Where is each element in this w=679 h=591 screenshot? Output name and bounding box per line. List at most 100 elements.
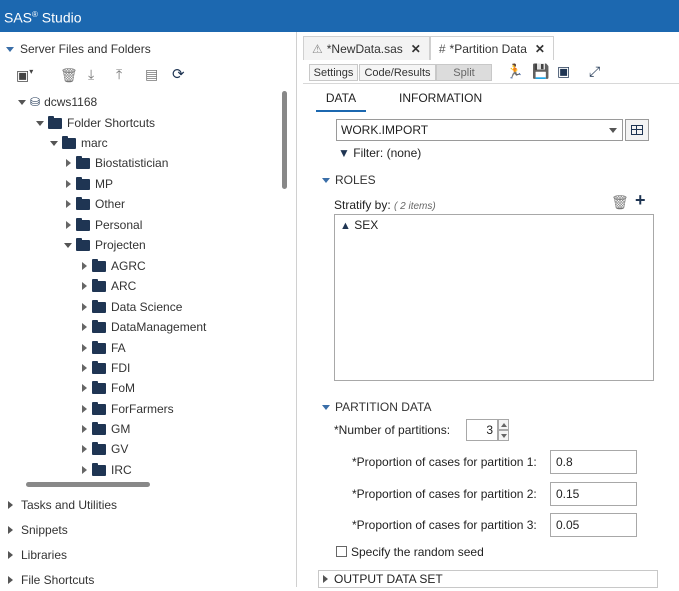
folder-icon [92,421,106,435]
tab-newdata-sas[interactable]: ⚠ *NewData.sas ✕ [303,36,430,60]
add-icon[interactable]: + [635,190,646,211]
tree-item-folder[interactable]: Other [66,194,125,214]
folder-icon [76,155,90,169]
folder-icon [92,319,106,333]
tree-item-folder[interactable]: GV [82,439,128,459]
list-item[interactable]: ▲ SEX [340,218,378,232]
folder-icon [92,380,106,394]
section-server-files[interactable]: Server Files and Folders [0,38,151,60]
folder-icon [92,462,106,476]
close-icon[interactable]: ✕ [535,37,545,61]
filter-link[interactable]: ▼ Filter: (none) [338,146,421,160]
section-snippets[interactable]: Snippets [0,519,68,541]
proportion-1-field[interactable]: 0.8 [550,450,637,474]
dataset-select[interactable]: WORK.IMPORT [336,119,623,141]
tree-item-folder-shortcuts[interactable]: Folder Shortcuts [36,113,155,133]
split-button[interactable]: Split [436,64,492,81]
app-titlebar: SAS® Studio [0,0,679,32]
increment-icon[interactable] [498,419,509,430]
delete-icon[interactable]: 🗑 [60,67,78,84]
folder-icon [76,196,90,210]
tree-item-server[interactable]: ⛁ dcws1168 [18,92,97,112]
folder-icon [92,299,106,313]
tree-item-folder[interactable]: MP [66,174,113,194]
partition-section-header[interactable]: PARTITION DATA [322,400,431,414]
section-libraries[interactable]: Libraries [0,544,67,566]
tree-item-folder[interactable]: FDI [82,358,130,378]
run-icon[interactable]: 🏃 [506,63,523,80]
folder-icon [92,340,106,354]
proportion-2-field[interactable]: 0.15 [550,482,637,506]
tree-item-marc[interactable]: marc [50,133,108,153]
download-icon[interactable]: ⤓ [88,66,94,83]
chevron-right-icon [8,501,13,509]
roles-section-header[interactable]: ROLES [322,173,376,187]
tree-item-folder[interactable]: Biostatistician [66,153,168,173]
random-seed-label: Specify the random seed [351,545,484,559]
stratify-label: Stratify by: ( 2 items) [334,198,436,212]
tree-vertical-scrollbar[interactable] [282,91,287,189]
shortcut-folder-icon [62,135,76,149]
save-as-icon[interactable]: ▣ [557,63,570,80]
code-results-button[interactable]: Code/Results [359,64,436,81]
folder-icon [92,441,106,455]
properties-icon[interactable]: ▤ [145,66,158,83]
proportion-1-label: *Proportion of cases for partition 1: [352,455,537,469]
maximize-icon[interactable]: ⤢ [589,63,600,80]
tree-item-folder[interactable]: Data Science [82,297,182,317]
refresh-icon[interactable]: ⟳ [172,65,185,83]
settings-button[interactable]: Settings [309,64,358,81]
chevron-right-icon [8,526,13,534]
proportion-3-field[interactable]: 0.05 [550,513,637,537]
task-toolbar: Settings Code/Results Split 🏃 💾 ▣ ⤢ [303,61,679,84]
proportion-3-label: *Proportion of cases for partition 3: [352,518,537,532]
tree-item-folder[interactable]: AGRC [82,256,146,276]
section-tasks-utilities[interactable]: Tasks and Utilities [0,494,117,516]
editor-tabs: ⚠ *NewData.sas ✕ # *Partition Data ✕ [303,36,554,60]
tree-item-folder[interactable]: FoM [82,378,135,398]
chevron-down-icon [6,46,14,52]
tree-item-folder[interactable]: ARC [82,276,136,296]
section-file-shortcuts[interactable]: File Shortcuts [0,569,94,591]
number-of-partitions-label: *Number of partitions: [334,423,451,437]
folder-icon [92,360,106,374]
output-section-header[interactable]: OUTPUT DATA SET [323,572,443,586]
random-seed-checkbox[interactable] [336,546,347,557]
folder-icon [76,176,90,190]
trash-icon[interactable]: 🗑 [611,194,629,211]
chevron-down-icon [609,128,617,133]
tree-item-folder[interactable]: GM [82,419,130,439]
upload-icon[interactable]: ⤒ [116,66,122,83]
decrement-icon[interactable] [498,430,509,441]
chevron-right-icon [323,575,328,583]
tree-item-folder[interactable]: IRC [82,460,132,480]
tree-item-folder[interactable]: FA [82,338,126,358]
tree-item-folder[interactable]: DataManagement [82,317,206,337]
new-file-icon[interactable]: ▣ ▾ [16,67,33,84]
folder-icon [92,278,106,292]
tab-partition-data[interactable]: # *Partition Data ✕ [429,36,554,61]
server-icon: ⛁ [30,95,41,109]
tree-horizontal-scrollbar[interactable] [26,482,150,487]
tab-data[interactable]: DATA [316,88,366,112]
task-icon: # [438,41,446,56]
partitions-stepper[interactable]: 3 [466,419,510,441]
tree-item-folder[interactable]: Personal [66,215,142,235]
partitions-value[interactable]: 3 [466,419,498,441]
close-icon[interactable]: ✕ [411,37,421,61]
folder-icon [76,237,90,251]
chevron-down-icon [322,177,330,183]
proportion-2-label: *Proportion of cases for partition 2: [352,487,537,501]
select-table-button[interactable] [625,119,649,141]
tab-information[interactable]: INFORMATION [399,88,482,110]
chevron-down-icon [322,404,330,410]
save-icon[interactable]: 💾 [532,63,549,80]
app-title: SAS [4,9,33,26]
tree-item-folder[interactable]: ForFarmers [82,399,174,419]
chevron-right-icon [8,576,13,584]
filter-icon: ▼ [338,146,350,160]
stratify-list[interactable] [334,214,654,381]
warning-icon: ⚠ [312,41,323,56]
folder-icon [92,401,106,415]
tree-item-folder-expanded[interactable]: Projecten [64,235,146,255]
